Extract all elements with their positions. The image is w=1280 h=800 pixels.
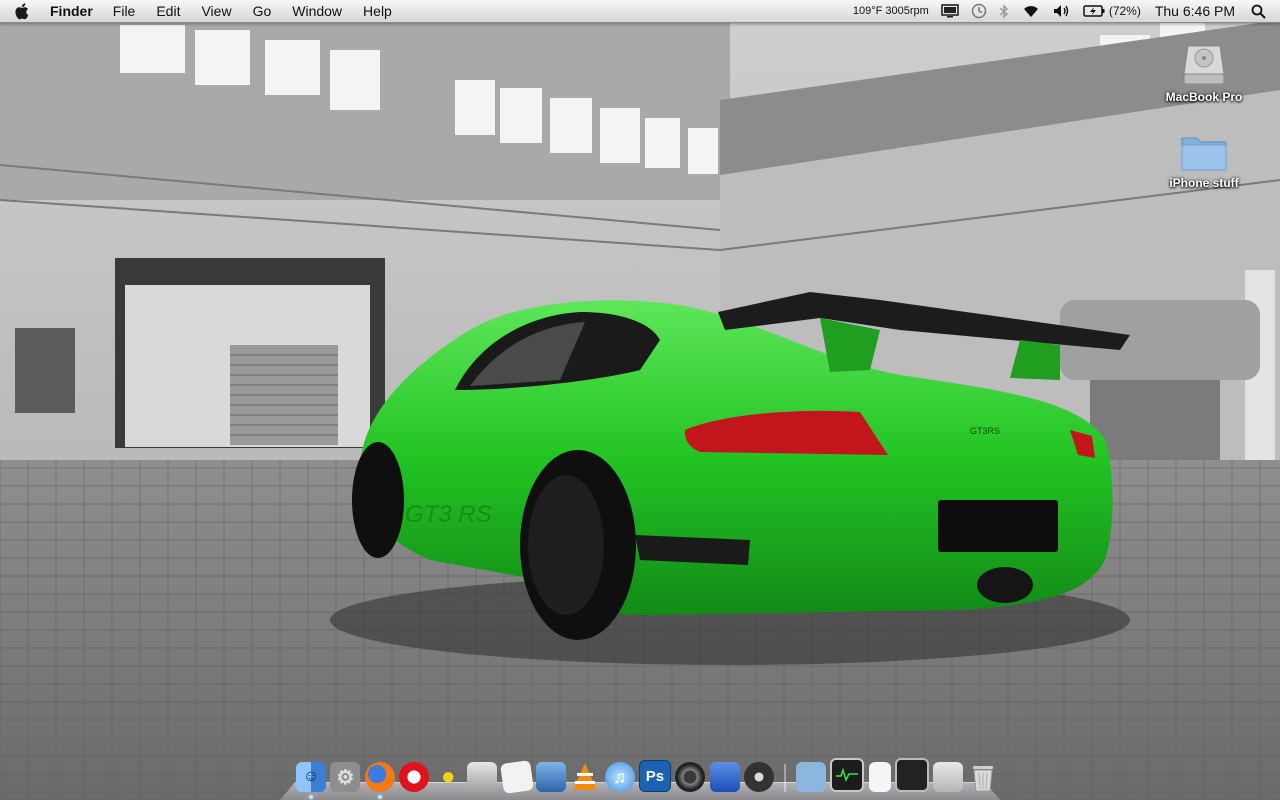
- system-preferences-icon[interactable]: ⚙: [330, 762, 361, 792]
- itunes-icon[interactable]: ♫: [604, 762, 635, 792]
- desktop-wallpaper: GT3RS GT3 RS: [0, 0, 1280, 800]
- dvd-player-icon[interactable]: [743, 762, 774, 792]
- app-menu-finder[interactable]: Finder: [50, 0, 93, 22]
- trash-icon[interactable]: [968, 762, 998, 792]
- car-badge: GT3RS: [970, 426, 1000, 436]
- terminal-icon[interactable]: [895, 758, 930, 792]
- time-machine-icon[interactable]: [971, 3, 987, 19]
- car-side-lettering: GT3 RS: [405, 501, 492, 528]
- firefox-icon[interactable]: [364, 762, 395, 799]
- desktop-icon-iphone-stuff[interactable]: iPhone stuff: [1154, 130, 1254, 190]
- desktop-icon-label: iPhone stuff: [1169, 176, 1239, 190]
- menu-edit[interactable]: Edit: [156, 0, 180, 22]
- apple-menu-icon[interactable]: [14, 2, 30, 20]
- desktop-icon-macbook-pro[interactable]: MacBook Pro: [1154, 40, 1254, 104]
- instruments-icon[interactable]: [709, 762, 740, 792]
- menu-clock[interactable]: Thu 6:46 PM: [1155, 3, 1235, 19]
- downloads-stack-icon[interactable]: [933, 762, 964, 792]
- running-indicator: [377, 795, 382, 799]
- calculator-icon[interactable]: [467, 762, 498, 792]
- menu-bar: Finder File Edit View Go Window Help 109…: [0, 0, 1280, 23]
- battery-icon[interactable]: [1083, 4, 1105, 18]
- temperature-fan-status[interactable]: 109°F 3005rpm: [853, 5, 929, 17]
- camera-icon[interactable]: [675, 762, 706, 792]
- hard-drive-icon: [1154, 40, 1254, 88]
- menu-file[interactable]: File: [113, 0, 136, 22]
- photoshop-icon[interactable]: Ps: [638, 760, 671, 792]
- preview-icon[interactable]: [536, 762, 567, 792]
- opera-icon[interactable]: [398, 762, 429, 792]
- desktop-icon-label: MacBook Pro: [1165, 90, 1243, 104]
- running-indicator: [309, 795, 313, 799]
- folder-icon: [1154, 130, 1254, 174]
- vlc-icon[interactable]: [570, 762, 600, 792]
- menu-view[interactable]: View: [201, 0, 231, 22]
- menu-window[interactable]: Window: [292, 0, 342, 22]
- menu-go[interactable]: Go: [253, 0, 272, 22]
- cyberduck-icon[interactable]: ●: [433, 762, 463, 792]
- wifi-icon[interactable]: [1021, 4, 1041, 18]
- documents-stack-icon[interactable]: [868, 762, 891, 792]
- battery-percentage: (72%): [1108, 4, 1141, 18]
- volume-icon[interactable]: [1053, 4, 1071, 18]
- spotlight-search-icon[interactable]: [1251, 4, 1266, 19]
- textedit-icon[interactable]: [499, 760, 534, 794]
- applications-folder-icon[interactable]: [796, 762, 827, 792]
- display-icon[interactable]: [941, 4, 959, 18]
- activity-monitor-icon[interactable]: [830, 758, 865, 792]
- dock: ☺ ⚙ ● ♫ Ps: [280, 752, 1000, 800]
- bluetooth-icon[interactable]: [999, 3, 1009, 19]
- finder-icon[interactable]: ☺: [296, 762, 326, 799]
- menu-help[interactable]: Help: [363, 0, 392, 22]
- dock-separator: [784, 764, 787, 792]
